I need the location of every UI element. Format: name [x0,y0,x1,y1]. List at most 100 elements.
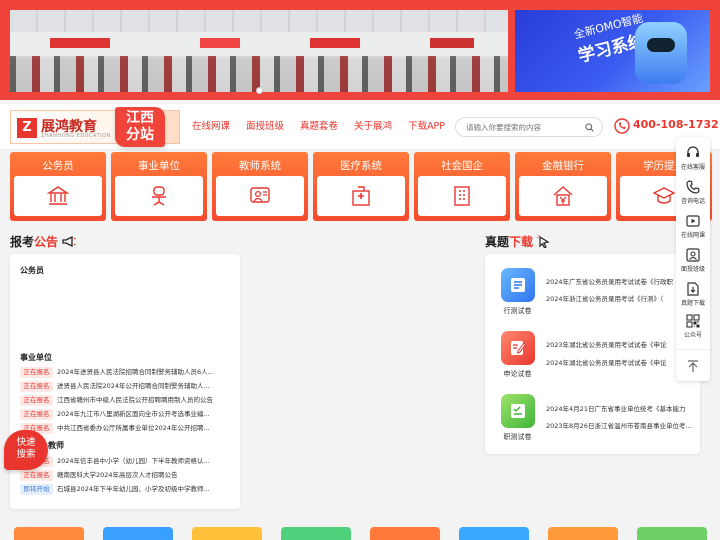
search-box [455,117,603,137]
classroom-icon [686,248,700,262]
megaphone-icon [62,235,77,248]
category-tiles: 公务员 事业单位 教师系统 医疗系统 社会国企 金融银行 学历提升 [10,152,712,222]
downloads-card: 行测试卷 2024年广东省公务员录用考试试卷《行政职 2024年浙江省公务员录用… [485,254,700,454]
bottom-tile[interactable] [103,527,173,540]
nav-classroom[interactable]: 面授班级 [238,104,292,150]
notice-row[interactable]: 正在报名 进贤县人民法院2024年公开招聘合同制警务辅助人... [20,381,235,393]
download-category-name: 行测试卷 [503,307,532,315]
search-icon[interactable] [585,123,594,132]
carousel-dot[interactable] [256,87,263,94]
status-badge: 正在报名 [20,367,53,378]
notice-title-main: 报考 [10,235,35,249]
float-label: 在线网课 [680,232,705,239]
arrow-up-icon [688,360,698,372]
notice-row[interactable]: 正在报名 中共江西省委办公厅所属事业单位2024年公开招聘... [20,423,235,435]
nav-download-app[interactable]: 下载APP [400,104,453,150]
category-medical[interactable]: 医疗系统 [313,152,409,221]
download-link[interactable]: 2024年4月21日广东省事业单位统考《基本能力 [546,403,696,413]
notice-row[interactable]: 正在报名 2024年九江市八里湖新区面向全市公开考选事业编... [20,409,235,421]
category-civil-servant[interactable]: 公务员 [10,152,106,221]
banner-classroom-photo[interactable] [10,10,508,92]
download-link[interactable]: 2024年浙江省公务员录用考试《行测》（ [546,293,696,303]
notice-row[interactable]: 正在报名 赣南医科大学2024年高层次人才招聘公告 [20,470,235,482]
download-zhice[interactable]: 职测试卷 [495,394,540,442]
notice-row[interactable]: 即将开始 石城县2024年下半年幼儿园、小学及初级中学教师... [20,484,235,496]
category-label: 医疗系统 [340,160,382,172]
notice-text: 2024年信丰县中小学（幼儿园）下半年教师资格认... [57,457,210,465]
floating-toolbar: 在线客服 咨询电话 在线网课 面授班级 真题下载 公众号 [676,137,710,381]
notice-section-title: 报考公告 [10,233,77,250]
quick-search-button[interactable]: 快速 搜索 [4,430,48,470]
search-input[interactable] [466,120,582,134]
float-online-service[interactable]: 在线客服 [676,146,710,171]
category-state-enterprise[interactable]: 社会国企 [414,152,510,221]
notice-text: 赣南医科大学2024年高层次人才招聘公告 [57,471,178,479]
nav-online-courses[interactable]: 在线网课 [184,104,238,150]
download-category-name: 职测试卷 [503,433,532,441]
top-banner: 全新OMO智能 学习系统 [0,0,720,100]
notice-title-highlight: 公告 [34,235,59,249]
bottom-tile[interactable] [281,527,351,540]
quick-search-line2: 搜索 [16,449,36,460]
bottom-tile[interactable] [548,527,618,540]
float-classroom[interactable]: 面授班级 [676,248,710,273]
main-nav: 在线网课 面授班级 真题套卷 关于展鸿 下载APP [184,104,453,150]
back-to-top-button[interactable] [676,349,710,381]
robot-illustration [635,22,687,84]
notice-text: 石城县2024年下半年幼儿园、小学及初级中学教师... [57,485,210,493]
bottom-tile[interactable] [637,527,707,540]
download-link[interactable]: 2024年湖北省公务员录用考试试卷《申论 [546,357,696,367]
download-link[interactable]: 2023年湖北省公务员录用考试试卷《申论 [546,339,696,349]
region-line2: 分站 [126,127,154,143]
nav-about[interactable]: 关于展鸿 [346,104,400,150]
bottom-tile[interactable] [459,527,529,540]
bottom-tile[interactable] [370,527,440,540]
status-badge: 正在报名 [20,395,53,406]
logo-subtext: ZHANHONG EDUCATION [41,133,111,139]
category-teacher[interactable]: 教师系统 [212,152,308,221]
category-finance-bank[interactable]: 金融银行 [515,152,611,221]
teacher-icon [250,187,270,203]
float-online-courses[interactable]: 在线网课 [676,214,710,239]
download-link[interactable]: 2024年广东省公务员录用考试试卷《行政职 [546,276,696,286]
downloads-title-main: 真题 [485,235,510,249]
status-badge: 正在报名 [20,409,53,420]
category-label: 社会国企 [441,160,483,172]
notice-text: 江西省赣州市中级人民法院公开招聘聘用制人员的公告 [57,396,213,404]
download-xingce[interactable]: 行测试卷 [495,268,540,316]
category-label: 事业单位 [138,160,180,172]
document-list-icon [510,278,525,292]
notice-text: 2024年进贤县人民法院招聘合同制警务辅助人员6人... [57,368,214,376]
pen-paper-icon [510,341,526,355]
float-label: 真题下载 [680,300,705,307]
float-download-papers[interactable]: 真题下载 [676,282,710,307]
notice-row[interactable]: 正在报名2024年信丰县中小学（幼儿园）下半年教师资格认... [20,456,235,468]
bottom-tile[interactable] [14,527,84,540]
region-badge[interactable]: 江西 分站 [115,107,165,147]
notice-text: 中共江西省委办公厅所属事业单位2024年公开招聘... [57,424,210,432]
category-public-institution[interactable]: 事业单位 [111,152,207,221]
region-line1: 江西 [126,110,154,126]
banner-ad-omo[interactable]: 全新OMO智能 学习系统 [515,10,710,92]
company-building-icon [454,186,470,206]
quick-search-line1: 快速 [16,437,36,448]
download-link[interactable]: 2023年8月26日浙江省温州市苍南县事业单位考... [546,420,696,430]
site-logo[interactable]: Z 展鸿教育 ZHANHONG EDUCATION 江西 分站 [10,107,180,147]
notice-row[interactable]: 正在报名 2024年进贤县人民法院招聘合同制警务辅助人员6人... [20,367,235,379]
float-phone[interactable]: 咨询电话 [676,180,710,205]
notice-group-teacher: 教师 [48,441,64,450]
float-wechat-account[interactable]: 公众号 [676,314,710,339]
phone-icon [686,180,700,194]
hotline-number[interactable]: 400-108-1732 [633,118,719,131]
notice-row[interactable]: 正在报名 江西省赣州市中级人民法院公开招聘聘用制人员的公告 [20,395,235,407]
status-badge: 即将开始 [20,484,53,495]
notice-group-civil-servant: 公务员 [20,266,44,275]
float-label: 在线客服 [680,164,705,171]
headset-icon [687,146,699,157]
downloads-title-highlight: 下载 [509,235,534,249]
bottom-tile[interactable] [192,527,262,540]
nav-exam-papers[interactable]: 真题套卷 [292,104,346,150]
status-badge: 正在报名 [20,470,53,481]
download-shenlun[interactable]: 申论试卷 [495,331,540,379]
downloads-section-title: 真题下载 [485,233,551,250]
